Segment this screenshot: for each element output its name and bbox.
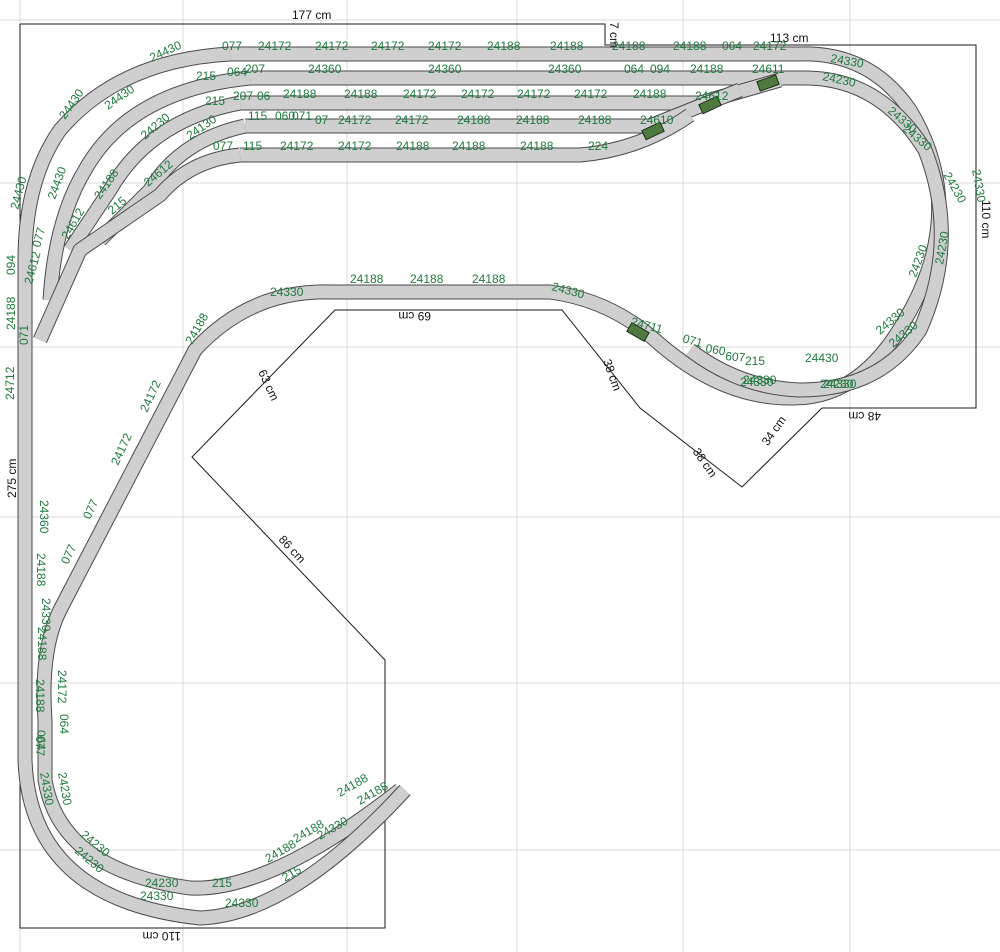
track-piece-label: 115 xyxy=(243,139,262,153)
track-labels: 077 24172 24172 24172 24172 24188 24188 24188 24… xyxy=(3,38,989,910)
track-piece-label: 094 xyxy=(4,255,18,275)
track-piece-label: 24172 xyxy=(315,39,349,53)
track-piece-label: 224 xyxy=(588,139,608,153)
track-piece-label: 24360 xyxy=(428,62,462,76)
track-piece-label: 24172 xyxy=(428,39,462,53)
track-piece-label: 115 xyxy=(248,109,267,123)
track-piece-label: 24230 xyxy=(820,377,854,391)
track-piece-label: 24188 xyxy=(33,679,47,713)
track-piece-label: 24188 xyxy=(673,39,707,53)
dimension-label: 38 cm xyxy=(600,357,624,393)
track-piece-label: 24330 xyxy=(270,285,304,299)
dimension-label: 86 cm xyxy=(276,532,309,565)
track-piece-label: 215 xyxy=(212,876,232,890)
dimension-label: 177 cm xyxy=(292,8,331,22)
track-piece-label: 077 xyxy=(58,542,79,566)
track-piece-label: 077 xyxy=(222,39,242,53)
track-piece-label: 24172 xyxy=(395,113,429,127)
track-piece-label: 24172 xyxy=(371,39,405,53)
track-piece-label: 24330 xyxy=(225,896,259,910)
track-piece-label: 077 xyxy=(33,736,47,756)
track-piece-label: 207 xyxy=(245,62,265,76)
track-piece-label: 215 xyxy=(205,94,225,108)
track-piece-label: 24612 xyxy=(695,89,729,103)
track-piece-label: 094 xyxy=(650,62,670,76)
track-piece-label: 077 xyxy=(213,139,233,153)
track-piece-label: 24188 xyxy=(34,553,48,587)
track-piece-label: 06 xyxy=(257,89,271,103)
track-piece-label: 24360 xyxy=(308,62,342,76)
track-piece-label: 24230 xyxy=(145,876,179,890)
track-piece-label: 24188 xyxy=(520,139,554,153)
dimension-label: 34 cm xyxy=(759,413,789,448)
track-piece-label: 207 xyxy=(233,89,253,103)
track-piece-label: 064 xyxy=(57,714,71,734)
track-piece-label: 24430 xyxy=(805,351,839,365)
track-piece-label: 24188 xyxy=(35,627,49,661)
track-piece-label: 24611 xyxy=(752,62,785,76)
track-piece-label: 24172 xyxy=(338,139,372,153)
track-piece-label: 24172 xyxy=(280,139,314,153)
track-piece-label: 24712 xyxy=(3,366,17,400)
dimension-label: 110 cm xyxy=(143,929,181,943)
track-piece-label: 24330 xyxy=(743,373,777,387)
track-piece-label: 215 xyxy=(196,69,216,83)
track-piece-label: 24330 xyxy=(829,51,865,71)
dimension-label: 69 cm xyxy=(398,309,431,323)
dimension-label: 63 cm xyxy=(255,367,282,403)
track-piece-label: 24188 xyxy=(4,296,18,330)
dimension-label: 38 cm xyxy=(690,445,720,480)
track-piece-label: 24172 xyxy=(258,39,292,53)
track-piece-label: 24188 xyxy=(612,39,646,53)
track-piece-label: 24188 xyxy=(350,272,384,286)
track-piece-label: 607 xyxy=(725,349,746,365)
track-piece-label: 24188 xyxy=(344,87,378,101)
track-piece-label: 24172 xyxy=(753,39,787,53)
track-piece-label: 24172 xyxy=(55,670,69,704)
track-piece-label: 24188 xyxy=(410,272,444,286)
track-piece-label: 24188 xyxy=(633,87,667,101)
track-piece-label: 24172 xyxy=(338,113,372,127)
track-piece-label: 24330 xyxy=(37,771,57,807)
track-piece-label: 24188 xyxy=(487,39,521,53)
track-piece-label: 064 xyxy=(722,39,742,53)
track-piece-label: 215 xyxy=(745,354,765,368)
track-piece-label: 24610 xyxy=(640,113,674,127)
track-piece-label: 24188 xyxy=(690,62,724,76)
track-piece-label: 071 xyxy=(292,109,312,123)
track-piece-label: 071 xyxy=(17,325,31,345)
track-piece-label: 24188 xyxy=(516,113,550,127)
track-piece-label: 064 xyxy=(624,62,644,76)
track-piece-label: 24188 xyxy=(283,87,317,101)
track-piece-label: 24188 xyxy=(472,272,506,286)
track-piece-label: 24188 xyxy=(550,39,584,53)
track-piece-label: 24188 xyxy=(396,139,430,153)
track-piece-label: 24172 xyxy=(517,87,551,101)
track-piece-label: 24188 xyxy=(457,113,491,127)
dimension-label: 110 cm xyxy=(979,200,993,238)
track-piece-label: 077 xyxy=(80,497,101,521)
track-piece-label: 24172 xyxy=(461,87,495,101)
dimension-label: 275 cm xyxy=(5,459,19,498)
track-piece-label: 24188 xyxy=(578,113,612,127)
track-piece-label: 24360 xyxy=(37,500,51,534)
track-piece-label: 24360 xyxy=(548,62,582,76)
track-plan-canvas: 177 cm 7 cm 113 cm 110 cm 48 cm 275 cm 1… xyxy=(0,0,1000,952)
track-piece-label: 24330 xyxy=(140,889,174,903)
track-piece-label: 07 xyxy=(315,113,329,127)
track-piece-label: 24172 xyxy=(574,87,608,101)
track-piece-label: 24188 xyxy=(452,139,486,153)
track-piece-label: 24172 xyxy=(403,87,437,101)
track-piece-label: 24330 xyxy=(969,168,989,204)
track-layout xyxy=(17,46,949,926)
dimension-label: 48 cm xyxy=(848,409,881,423)
